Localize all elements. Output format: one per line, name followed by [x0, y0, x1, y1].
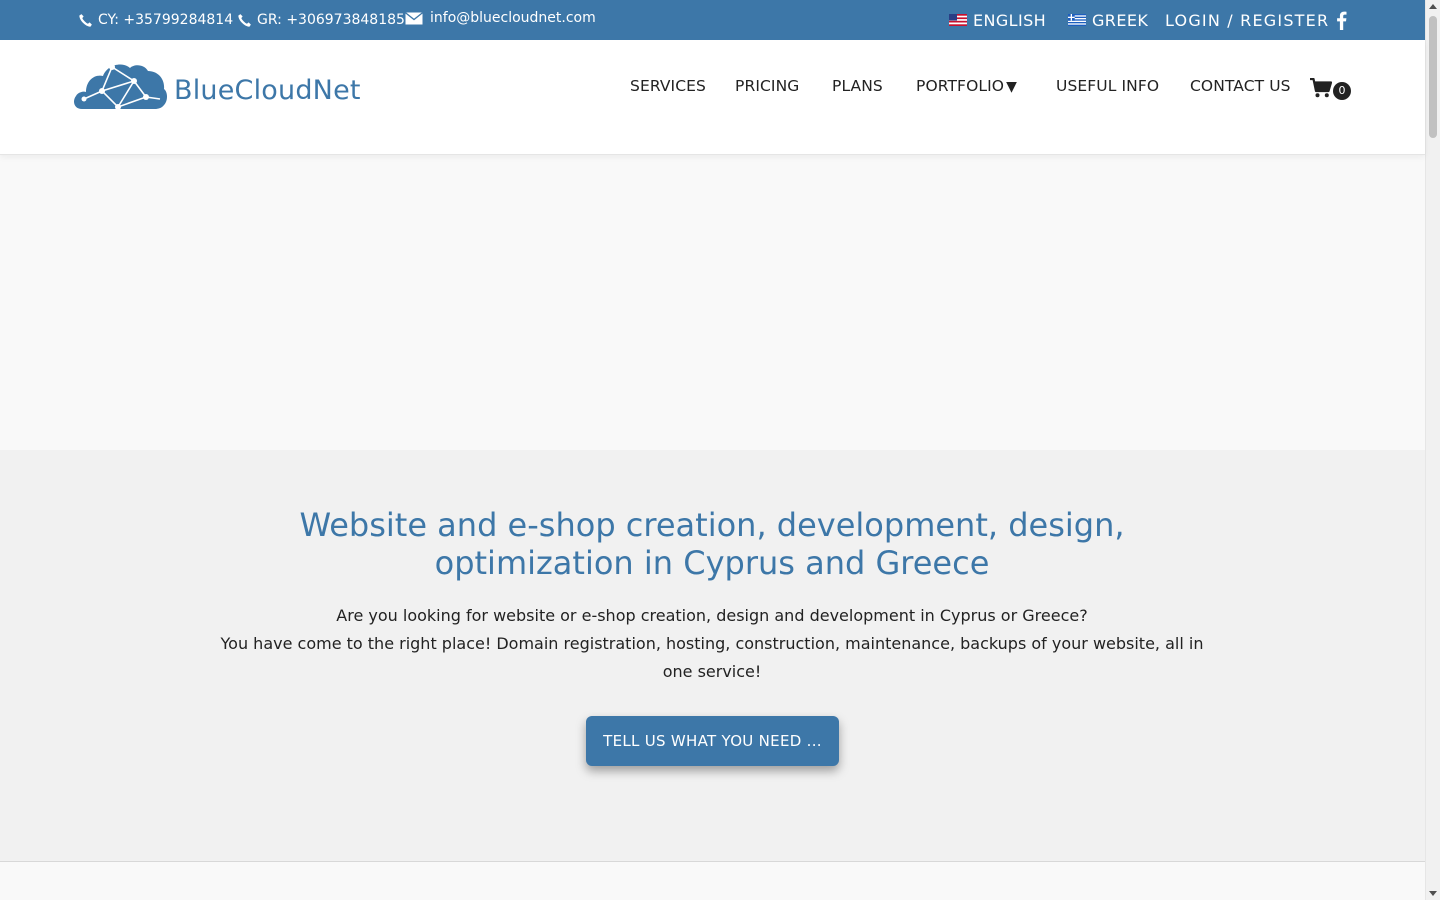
cloud-network-logo-icon	[74, 64, 167, 110]
intro-title: Website and e-shop creation, development…	[212, 506, 1212, 582]
top-bar: CY: +35799284814 GR: +306973848185 info@…	[0, 0, 1425, 40]
intro-text-line2: You have come to the right place! Domain…	[220, 634, 1204, 681]
cart-count-badge: 0	[1333, 82, 1351, 100]
nav-portfolio-label: PORTFOLIO	[916, 77, 1005, 95]
logo-text: BlueCloudNet	[174, 74, 361, 106]
intro-description: Are you looking for website or e-shop cr…	[212, 602, 1212, 686]
phone-icon	[79, 13, 92, 27]
nav-pricing[interactable]: PRICING	[735, 77, 799, 95]
next-section	[0, 862, 1425, 900]
intro-section: Website and e-shop creation, development…	[0, 450, 1425, 862]
facebook-link[interactable]	[1336, 0, 1347, 40]
us-flag-icon	[949, 14, 967, 26]
hero-banner	[0, 155, 1425, 450]
login-register-link[interactable]: LOGIN / REGISTER	[1165, 0, 1329, 40]
nav-portfolio[interactable]: PORTFOLIO ▼	[916, 77, 1017, 95]
lang-greek-label: GREEK	[1092, 10, 1149, 30]
envelope-icon	[405, 11, 423, 24]
phone-cy-text: CY: +35799284814	[98, 12, 234, 28]
scroll-down-arrow-icon[interactable]	[1429, 891, 1437, 896]
main-header: BlueCloudNet SERVICES PRICING PLANS PORT…	[0, 40, 1425, 155]
nav-plans[interactable]: PLANS	[832, 77, 883, 95]
intro-title-line1: Website and e-shop creation, development…	[299, 506, 1125, 544]
phone-cy[interactable]: CY: +35799284814	[78, 0, 233, 40]
nav-useful-info[interactable]: USEFUL INFO	[1056, 77, 1159, 95]
intro-text-line1: Are you looking for website or e-shop cr…	[336, 606, 1088, 625]
facebook-icon	[1337, 11, 1347, 30]
tell-us-button[interactable]: TELL US WHAT YOU NEED ...	[586, 716, 839, 766]
scrollbar-thumb[interactable]	[1429, 16, 1437, 138]
lang-english-label: ENGLISH	[973, 10, 1047, 30]
cart-button[interactable]: 0	[1310, 76, 1351, 100]
nav-services[interactable]: SERVICES	[630, 77, 706, 95]
scroll-up-arrow-icon[interactable]	[1429, 4, 1437, 9]
phone-icon	[238, 13, 251, 27]
email-link[interactable]: info@bluecloudnet.com	[405, 0, 596, 38]
intro-title-line2: optimization in Cyprus and Greece	[434, 544, 990, 582]
lang-greek[interactable]: GREEK	[1068, 0, 1148, 40]
site-logo[interactable]: BlueCloudNet	[72, 59, 361, 111]
page-scrollbar[interactable]	[1425, 0, 1440, 900]
greece-flag-icon	[1068, 14, 1086, 26]
nav-contact-us[interactable]: CONTACT US	[1190, 77, 1291, 95]
chevron-down-icon: ▼	[1006, 79, 1017, 95]
phone-gr[interactable]: GR: +306973848185	[237, 0, 405, 40]
shopping-cart-icon	[1310, 78, 1332, 98]
phone-gr-text: GR: +306973848185	[257, 12, 405, 28]
email-text: info@bluecloudnet.com	[430, 10, 596, 26]
lang-english[interactable]: ENGLISH	[949, 0, 1046, 40]
